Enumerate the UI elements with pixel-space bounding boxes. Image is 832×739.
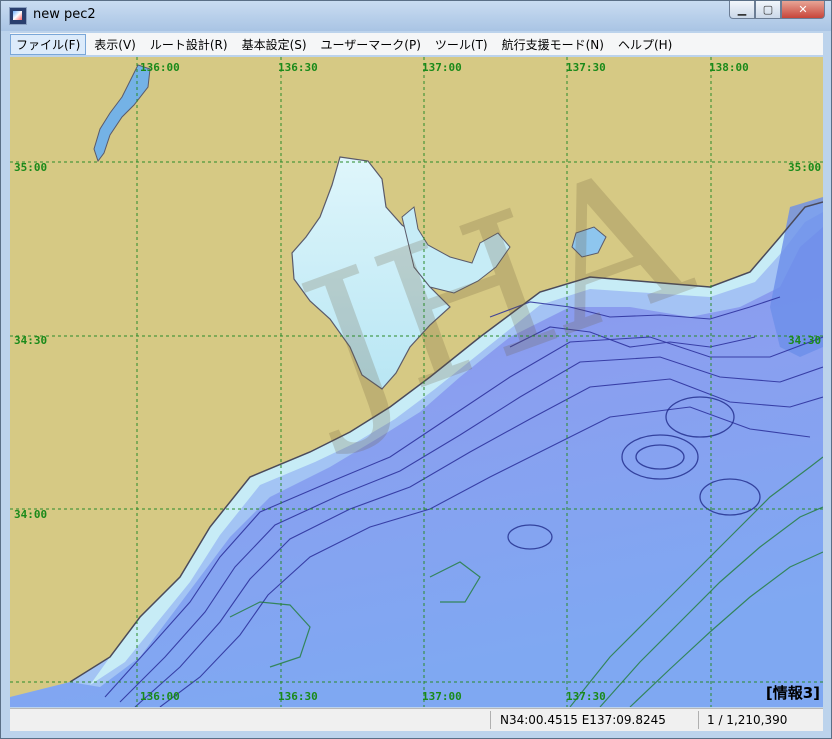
info-layer-label[interactable]: [情報3] — [766, 682, 820, 703]
lon-label-136-00: 136:00 — [140, 61, 180, 74]
menu-user-mark[interactable]: ユーザーマーク(P) — [315, 34, 427, 55]
lon-label-bottom-136-30: 136:30 — [278, 690, 318, 703]
menu-navigation-mode[interactable]: 航行支援モード(N) — [496, 34, 610, 55]
app-window: new pec2 ▁ ▢ ✕ ファイル(F) 表示(V) ルート設計(R) 基本… — [0, 0, 832, 739]
lat-label-35-00: 35:00 — [14, 161, 48, 174]
status-bar: N34:00.4515 E137:09.8245 1 / 1,210,390 — [10, 708, 823, 731]
nautical-chart[interactable]: JHA — [10, 57, 823, 707]
window-title: new pec2 — [33, 7, 96, 22]
lat-label-34-30: 34:30 — [14, 334, 48, 347]
window-controls: ▁ ▢ ✕ — [729, 1, 825, 19]
chart-map-view[interactable]: JHA 136:00 136:30 137:00 137:30 138:00 3… — [10, 57, 823, 707]
menu-bar: ファイル(F) 表示(V) ルート設計(R) 基本設定(S) ユーザーマーク(P… — [10, 33, 823, 55]
menu-help[interactable]: ヘルプ(H) — [612, 34, 678, 55]
menu-tools[interactable]: ツール(T) — [429, 34, 494, 55]
menu-view[interactable]: 表示(V) — [88, 34, 142, 55]
minimize-button[interactable]: ▁ — [729, 1, 755, 19]
map-scale: 1 / 1,210,390 — [707, 713, 788, 727]
menu-route-design[interactable]: ルート設計(R) — [144, 34, 234, 55]
lon-label-bottom-137-30: 137:30 — [566, 690, 606, 703]
close-button[interactable]: ✕ — [781, 1, 825, 19]
lon-label-137-30: 137:30 — [566, 61, 606, 74]
cursor-coordinate: N34:00.4515 E137:09.8245 — [500, 713, 666, 727]
menu-file[interactable]: ファイル(F) — [10, 33, 87, 55]
maximize-button[interactable]: ▢ — [755, 1, 781, 19]
status-separator — [698, 711, 699, 729]
lon-label-137-00: 137:00 — [422, 61, 462, 74]
lat-label-right-35-00: 35:00 — [788, 161, 822, 174]
lon-label-bottom-137-00: 137:00 — [422, 690, 462, 703]
status-separator — [490, 711, 491, 729]
lon-label-136-30: 136:30 — [278, 61, 318, 74]
lon-label-138-00: 138:00 — [709, 61, 749, 74]
lat-label-34-00: 34:00 — [14, 508, 48, 521]
lon-label-bottom-136-00: 136:00 — [140, 690, 180, 703]
menu-basic-settings[interactable]: 基本設定(S) — [236, 34, 313, 55]
title-bar[interactable]: new pec2 ▁ ▢ ✕ — [1, 1, 831, 31]
app-icon[interactable] — [9, 7, 27, 25]
lat-label-right-34-30: 34:30 — [788, 334, 822, 347]
